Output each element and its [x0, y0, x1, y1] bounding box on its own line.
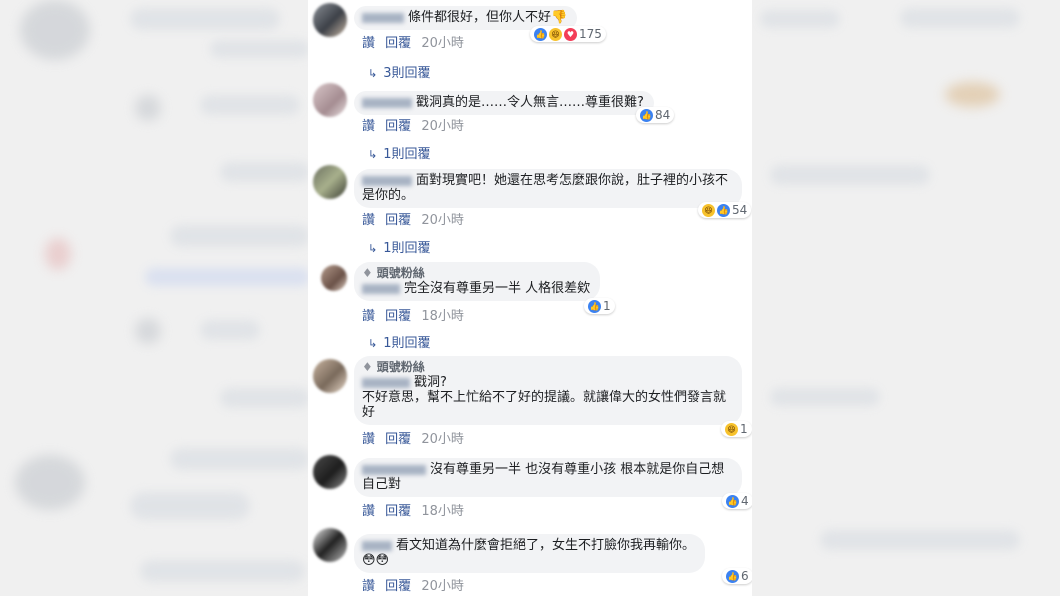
- reaction-summary[interactable]: 👍 84: [636, 107, 675, 123]
- avatar[interactable]: [313, 165, 347, 199]
- view-replies-link[interactable]: ↳ 1則回覆: [368, 237, 431, 256]
- haha-icon: 😆: [702, 203, 715, 217]
- comment-time[interactable]: 18小時: [421, 504, 464, 519]
- comment-time[interactable]: 20小時: [421, 579, 464, 594]
- reaction-count: 1: [740, 422, 748, 436]
- comment-actions: 讚 回覆 18小時: [362, 305, 470, 324]
- comment-bubble: ♦ 頭號粉絲 完全沒有尊重另一半 人格很差欸: [354, 262, 601, 301]
- haha-icon: 😆: [549, 27, 562, 41]
- reaction-count: 4: [741, 494, 749, 508]
- avatar[interactable]: [313, 528, 347, 562]
- top-fan-badge[interactable]: ♦ 頭號粉絲: [362, 266, 590, 281]
- commenter-name[interactable]: [362, 12, 404, 23]
- like-icon: 👍: [717, 203, 730, 217]
- commenter-name[interactable]: [362, 97, 412, 108]
- like-button[interactable]: 讚: [362, 119, 375, 134]
- emoji-text: 😳😳: [362, 553, 390, 568]
- love-icon: ♥: [564, 27, 577, 41]
- avatar[interactable]: [313, 83, 347, 117]
- like-icon: 👍: [640, 108, 653, 122]
- like-icon: 👍: [726, 569, 739, 583]
- reaction-summary[interactable]: 👍 😆 ♥ 175: [530, 26, 606, 42]
- comment-actions: 讚 回覆 20小時: [362, 115, 470, 134]
- comment-bubble: 面對現實吧！她還在思考怎麼跟你說，肚子裡的小孩不是你的。: [354, 169, 742, 208]
- haha-icon: 😆: [725, 422, 738, 436]
- comment-bubble: ♦ 頭號粉絲 戳洞? 不好意思，幫不上忙給不了好的提議。就讓偉大的女性們發言就好: [354, 356, 742, 425]
- commenter-name[interactable]: [362, 464, 426, 475]
- comment-time[interactable]: 18小時: [421, 309, 464, 324]
- reply-button[interactable]: 回覆: [385, 504, 411, 519]
- comment-actions: 讚 回覆 20小時: [362, 575, 470, 594]
- avatar[interactable]: [313, 3, 347, 37]
- diamond-icon: ♦: [362, 360, 373, 374]
- comment-bubble: 戳洞真的是……令人無言……尊重很難?: [354, 91, 654, 115]
- reaction-summary[interactable]: 😆 1: [721, 421, 752, 437]
- reply-arrow-icon: ↳: [368, 148, 378, 161]
- commenter-name[interactable]: [362, 283, 400, 294]
- view-replies-link[interactable]: ↳ 3則回覆: [368, 62, 431, 81]
- commenter-name[interactable]: [362, 175, 412, 186]
- comment-text: 戳洞真的是……令人無言……尊重很難?: [416, 95, 644, 110]
- comment-text: 戳洞?: [414, 375, 447, 390]
- like-icon: 👍: [588, 299, 601, 313]
- reply-button[interactable]: 回覆: [385, 119, 411, 134]
- like-icon: 👍: [534, 27, 547, 41]
- comment-time[interactable]: 20小時: [421, 36, 464, 51]
- reply-button[interactable]: 回覆: [385, 309, 411, 324]
- comment-bubble: 沒有尊重另一半 也沒有尊重小孩 根本就是你自己想自己對: [354, 458, 742, 497]
- comment-time[interactable]: 20小時: [421, 213, 464, 228]
- reply-button[interactable]: 回覆: [385, 432, 411, 447]
- avatar[interactable]: [313, 359, 347, 393]
- reaction-count: 1: [603, 299, 611, 313]
- comment-text: 完全沒有尊重另一半 人格很差欸: [404, 281, 591, 296]
- comment-bubble: 看文知道為什麼會拒絕了，女生不打臉你我再輸你。 😳😳: [354, 534, 706, 573]
- reaction-count: 54: [732, 203, 748, 217]
- reply-arrow-icon: ↳: [368, 337, 378, 350]
- reaction-summary[interactable]: 👍 1: [584, 298, 615, 314]
- reply-button[interactable]: 回覆: [385, 213, 411, 228]
- reaction-summary[interactable]: 😆 👍 54: [698, 202, 752, 218]
- like-button[interactable]: 讚: [362, 36, 375, 51]
- like-icon: 👍: [726, 494, 739, 508]
- comment-actions: 讚 回覆 18小時: [362, 500, 470, 519]
- comment-text: 條件都很好，但你人不好: [408, 10, 552, 25]
- reaction-summary[interactable]: 👍 6: [722, 568, 752, 584]
- comment-actions: 讚 回覆 20小時: [362, 428, 470, 447]
- comment-text: 面對現實吧！她還在思考怎麼跟你說，肚子裡的小孩不是你的。: [362, 173, 729, 203]
- comment-actions: 讚 回覆 20小時: [362, 209, 470, 228]
- avatar[interactable]: [313, 455, 347, 489]
- like-button[interactable]: 讚: [362, 309, 375, 324]
- reply-arrow-icon: ↳: [368, 67, 378, 80]
- comments-panel: 條件都很好，但你人不好👎 👍 😆 ♥ 175 讚 回覆 20小時 ↳ 3則回覆 戳洞真…: [308, 0, 752, 596]
- commenter-name[interactable]: [362, 540, 392, 551]
- view-replies-link[interactable]: ↳ 1則回覆: [368, 332, 431, 351]
- avatar[interactable]: [321, 265, 347, 291]
- reply-button[interactable]: 回覆: [385, 579, 411, 594]
- comment-time[interactable]: 20小時: [421, 432, 464, 447]
- like-button[interactable]: 讚: [362, 213, 375, 228]
- reaction-summary[interactable]: 👍 4: [722, 493, 752, 509]
- diamond-icon: ♦: [362, 266, 373, 280]
- like-button[interactable]: 讚: [362, 504, 375, 519]
- comment-actions: 讚 回覆 20小時: [362, 32, 470, 51]
- reaction-count: 84: [655, 108, 671, 122]
- view-replies-link[interactable]: ↳ 1則回覆: [368, 143, 431, 162]
- reaction-count: 175: [579, 27, 602, 41]
- comment-text: 看文知道為什麼會拒絕了，女生不打臉你我再輸你。: [396, 538, 696, 553]
- like-button[interactable]: 讚: [362, 579, 375, 594]
- commenter-name[interactable]: [362, 377, 410, 388]
- reply-button[interactable]: 回覆: [385, 36, 411, 51]
- reaction-count: 6: [741, 569, 749, 583]
- like-button[interactable]: 讚: [362, 432, 375, 447]
- reply-arrow-icon: ↳: [368, 242, 378, 255]
- comment-time[interactable]: 20小時: [421, 119, 464, 134]
- comment-text-line2: 不好意思，幫不上忙給不了好的提議。就讓偉大的女性們發言就好: [362, 390, 727, 420]
- top-fan-badge[interactable]: ♦ 頭號粉絲: [362, 360, 732, 375]
